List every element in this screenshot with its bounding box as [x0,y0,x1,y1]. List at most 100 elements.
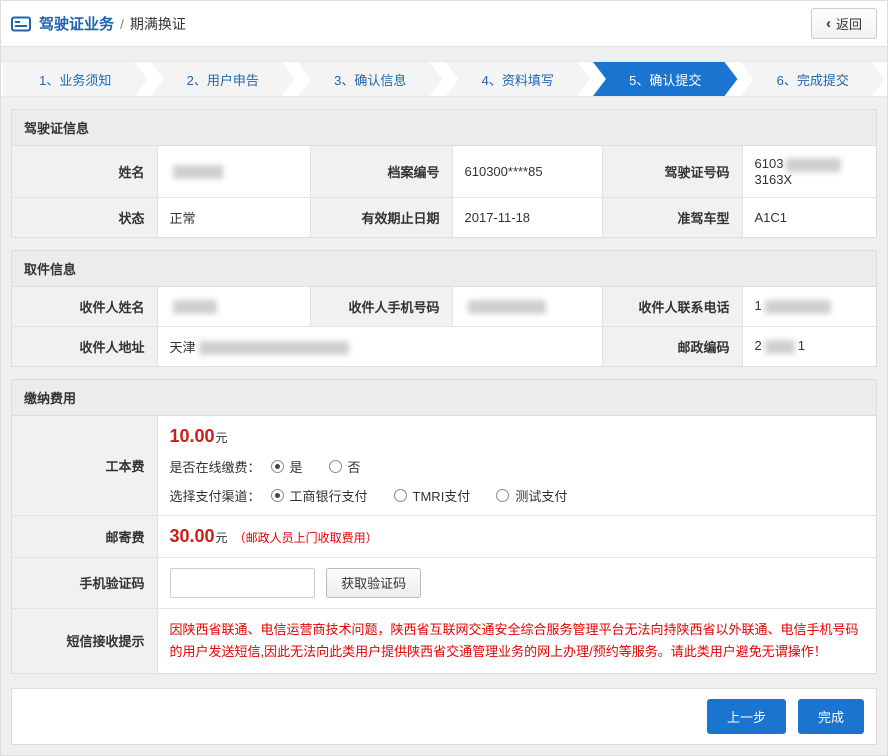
license-number-prefix: 6103 [755,156,784,171]
production-fee-cell: 10.00元 是否在线缴费： 是 否 选择支 [157,416,876,516]
file-number-label: 档案编号 [310,146,452,197]
table-row: 收件人地址 天津 邮政编码 21 [12,326,876,366]
step-1-business-notice[interactable]: 1、业务须知 [3,62,148,96]
step-5-confirm-submit[interactable]: 5、确认提交 [593,62,738,96]
recipient-name-value [157,287,310,327]
expiry-label: 有效期止日期 [310,197,452,237]
online-pay-yes-radio[interactable]: 是 [271,457,303,476]
table-row: 短信接收提示 因陕西省联通、电信运营商技术问题，陕西省互联网交通安全综合服务管理… [12,608,876,673]
payment-channel-label: 选择支付渠道： [170,486,261,505]
status-label: 状态 [12,197,157,237]
mail-fee-note: （邮政人员上门收取费用） [234,531,378,545]
recipient-address-value: 天津 [157,326,602,366]
vehicle-class-label: 准驾车型 [602,197,742,237]
back-chevron-icon: ‹ [826,16,831,31]
recipient-name-label: 收件人姓名 [12,287,157,327]
online-pay-no-radio[interactable]: 否 [329,457,361,476]
license-number-label: 驾驶证号码 [602,146,742,197]
table-row: 邮寄费 30.00元（邮政人员上门收取费用） [12,515,876,557]
postcode-value: 21 [742,326,876,366]
step-navigation: 1、业务须知 2、用户申告 3、确认信息 4、资料填写 5、确认提交 6、完成提… [1,61,887,97]
license-card-icon [11,16,31,32]
sms-tip-cell: 因陕西省联通、电信运营商技术问题，陕西省互联网交通安全综合服务管理平台无法向持陕… [157,608,876,673]
production-fee-label: 工本费 [12,416,157,516]
redacted-recipient-address [199,341,349,355]
get-code-button[interactable]: 获取验证码 [326,568,421,598]
fees-section: 缴纳费用 工本费 10.00元 是否在线缴费： 是 [11,379,877,674]
online-pay-row: 是否在线缴费： 是 否 [170,457,865,476]
table-row: 手机验证码 获取验证码 [12,557,876,608]
radio-checked-icon [271,489,284,502]
postcode-prefix: 2 [755,338,762,353]
production-fee-amount: 10.00 [170,426,215,446]
footer-action-bar: 上一步 完成 [11,688,877,745]
pickup-info-table: 收件人姓名 收件人手机号码 收件人联系电话 1 收件人地址 天津 邮政编码 21 [12,287,876,366]
postcode-label: 邮政编码 [602,326,742,366]
recipient-phone-prefix: 1 [755,298,762,313]
finish-button[interactable]: 完成 [798,699,864,734]
fees-table: 工本费 10.00元 是否在线缴费： 是 否 [12,416,876,673]
fees-section-title: 缴纳费用 [12,380,876,416]
channel-tmri-radio[interactable]: TMRI支付 [394,486,471,505]
vehicle-class-value: A1C1 [742,197,876,237]
radio-unchecked-icon [394,489,407,502]
sms-code-input[interactable] [170,568,315,598]
radio-checked-icon [271,460,284,473]
production-fee-amount-line: 10.00元 [170,426,865,447]
step-3-confirm-info[interactable]: 3、确认信息 [298,62,443,96]
back-button-label: 返回 [836,14,862,33]
online-pay-no-label: 否 [348,457,361,476]
redacted-name [173,165,223,179]
mail-fee-cell: 30.00元 （邮政人员上门收取费用） [157,515,876,557]
page-title: 驾驶证业务 [39,13,114,34]
pickup-section-title: 取件信息 [12,251,876,287]
production-fee-unit: 元 [216,431,228,445]
breadcrumb-separator: / [120,16,124,32]
license-section-title: 驾驶证信息 [12,110,876,146]
radio-unchecked-icon [496,489,509,502]
step-4-fill-data[interactable]: 4、资料填写 [446,62,591,96]
mail-fee-amount: 30.00 [170,526,215,546]
online-pay-label: 是否在线缴费： [170,457,261,476]
recipient-phone-label: 收件人联系电话 [602,287,742,327]
page: 驾驶证业务 / 期满换证 ‹ 返回 1、业务须知 2、用户申告 3、确认信息 4… [0,0,888,756]
redacted-recipient-phone [765,300,831,314]
recipient-mobile-label: 收件人手机号码 [310,287,452,327]
sms-code-label: 手机验证码 [12,557,157,608]
recipient-address-label: 收件人地址 [12,326,157,366]
channel-test-label: 测试支付 [515,486,567,505]
online-pay-yes-label: 是 [290,457,303,476]
sms-code-cell: 获取验证码 [157,557,876,608]
name-label: 姓名 [12,146,157,197]
payment-channel-row: 选择支付渠道： 工商银行支付 TMRI支付 测试支付 [170,486,865,505]
radio-unchecked-icon [329,460,342,473]
top-bar: 驾驶证业务 / 期满换证 ‹ 返回 [1,1,887,47]
channel-test-radio[interactable]: 测试支付 [496,486,567,505]
expiry-value: 2017-11-18 [452,197,602,237]
back-button[interactable]: ‹ 返回 [811,8,877,39]
recipient-address-prefix: 天津 [170,340,196,355]
mail-fee-unit: 元 [216,531,228,545]
pickup-info-section: 取件信息 收件人姓名 收件人手机号码 收件人联系电话 1 收件人地址 天 [11,250,877,367]
license-number-suffix: 3163X [755,172,793,187]
sms-tip-text: 因陕西省联通、电信运营商技术问题，陕西省互联网交通安全综合服务管理平台无法向持陕… [170,619,865,663]
channel-icbc-radio[interactable]: 工商银行支付 [271,486,368,505]
channel-tmri-label: TMRI支付 [413,486,471,505]
license-info-section: 驾驶证信息 姓名 档案编号 610300****85 驾驶证号码 6103316… [11,109,877,238]
redacted-license-number [786,158,841,172]
recipient-phone-value: 1 [742,287,876,327]
step-6-finish-submit[interactable]: 6、完成提交 [741,62,886,96]
recipient-mobile-value [452,287,602,327]
postcode-suffix: 1 [798,338,805,353]
previous-step-button[interactable]: 上一步 [707,699,786,734]
redacted-postcode [765,340,795,354]
step-2-user-declaration[interactable]: 2、用户申告 [151,62,296,96]
table-row: 收件人姓名 收件人手机号码 收件人联系电话 1 [12,287,876,327]
sms-tip-label: 短信接收提示 [12,608,157,673]
table-row: 工本费 10.00元 是否在线缴费： 是 否 [12,416,876,516]
file-number-value: 610300****85 [452,146,602,197]
table-row: 状态 正常 有效期止日期 2017-11-18 准驾车型 A1C1 [12,197,876,237]
table-row: 姓名 档案编号 610300****85 驾驶证号码 61033163X [12,146,876,197]
license-info-table: 姓名 档案编号 610300****85 驾驶证号码 61033163X 状态 … [12,146,876,237]
license-number-value: 61033163X [742,146,876,197]
